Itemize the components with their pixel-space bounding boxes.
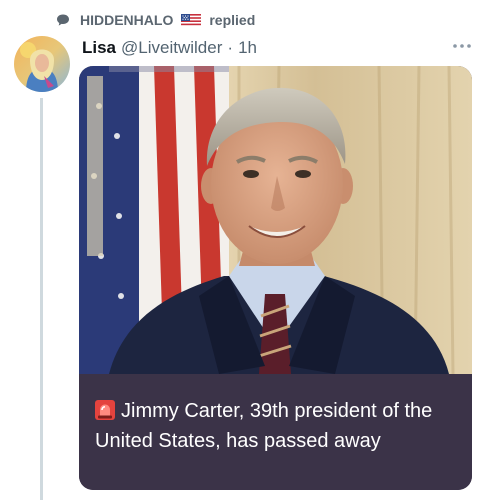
social-context[interactable]: HIDDENHALO replied <box>56 12 255 28</box>
context-user-name[interactable]: HIDDENHALO <box>80 12 173 28</box>
timestamp[interactable]: 1h <box>238 38 257 58</box>
caption-area: Jimmy Carter, 39th president of the Unit… <box>79 374 472 490</box>
author-handle[interactable]: @Liveitwilder <box>121 38 222 58</box>
more-dots-icon[interactable] <box>451 40 473 52</box>
media-card[interactable]: Jimmy Carter, 39th president of the Unit… <box>79 66 472 490</box>
us-flag-icon <box>181 13 202 27</box>
tweet-reply-page: HIDDENHALO replied Lisa @Liveitwilder · … <box>0 0 487 500</box>
separator: · <box>227 38 234 57</box>
news-caption: Jimmy Carter, 39th president of the Unit… <box>95 396 460 456</box>
context-action: replied <box>209 12 256 28</box>
thread-line <box>40 98 43 500</box>
avatar-image <box>14 36 70 92</box>
author-name[interactable]: Lisa <box>82 38 116 58</box>
tweet-header: Lisa @Liveitwilder · 1h <box>82 38 257 58</box>
siren-emoji-icon <box>95 400 115 420</box>
avatar[interactable] <box>14 36 70 92</box>
portrait-photo[interactable] <box>79 66 472 374</box>
speech-bubble-icon <box>57 14 69 26</box>
caption-text: Jimmy Carter, 39th president of the Unit… <box>95 400 433 452</box>
